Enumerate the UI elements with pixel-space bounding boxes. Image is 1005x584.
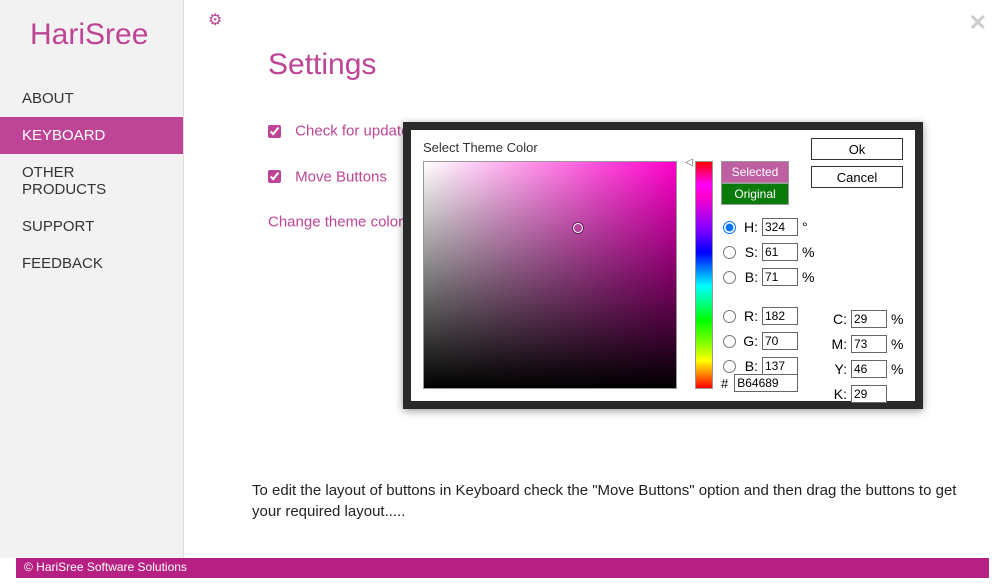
- hue-slider[interactable]: [695, 161, 713, 389]
- suffix-deg: °: [802, 219, 816, 235]
- suffix-m: %: [891, 336, 905, 352]
- label-s: S:: [742, 244, 758, 260]
- input-s[interactable]: [762, 243, 798, 261]
- nav-other-products[interactable]: OTHER PRODUCTS: [0, 154, 183, 208]
- input-b2[interactable]: [762, 357, 798, 375]
- cancel-button[interactable]: Cancel: [811, 166, 903, 188]
- radio-s[interactable]: [723, 246, 736, 259]
- check-updates-label: Check for updates: [295, 123, 417, 140]
- input-g[interactable]: [762, 332, 798, 350]
- ok-button[interactable]: Ok: [811, 138, 903, 160]
- label-hash: #: [721, 376, 728, 391]
- help-text: To edit the layout of buttons in Keyboar…: [252, 480, 965, 522]
- swatch-selected: Selected: [721, 161, 789, 183]
- input-r[interactable]: [762, 307, 798, 325]
- suffix-s: %: [802, 244, 816, 260]
- input-bv[interactable]: [762, 268, 798, 286]
- suffix-bv: %: [802, 269, 816, 285]
- radio-b2[interactable]: [723, 360, 736, 373]
- nav-feedback[interactable]: FEEDBACK: [0, 245, 183, 282]
- gear-icon[interactable]: ⚙: [208, 12, 222, 29]
- input-k[interactable]: [851, 385, 887, 403]
- brand-title: HariSree: [0, 0, 183, 80]
- label-m: M:: [831, 336, 847, 352]
- close-icon[interactable]: ✕: [969, 10, 987, 36]
- label-b2: B:: [742, 358, 758, 374]
- input-c[interactable]: [851, 310, 887, 328]
- radio-bv[interactable]: [723, 271, 736, 284]
- radio-g[interactable]: [723, 335, 736, 348]
- sv-cursor[interactable]: [573, 223, 583, 233]
- label-k: K:: [831, 386, 847, 402]
- label-g: G:: [742, 333, 758, 349]
- input-h[interactable]: [762, 218, 798, 236]
- sidebar: HariSree ABOUT KEYBOARD OTHER PRODUCTS S…: [0, 0, 184, 558]
- input-m[interactable]: [851, 335, 887, 353]
- check-updates-checkbox[interactable]: [268, 125, 281, 138]
- nav-support[interactable]: SUPPORT: [0, 208, 183, 245]
- label-r: R:: [742, 308, 758, 324]
- hue-arrow-icon: ◁: [685, 157, 693, 168]
- suffix-y: %: [891, 361, 905, 377]
- swatch-original: Original: [721, 183, 789, 205]
- label-y: Y:: [831, 361, 847, 377]
- radio-h[interactable]: [723, 221, 736, 234]
- label-bv: B:: [742, 269, 758, 285]
- move-buttons-label: Move Buttons: [295, 168, 387, 185]
- input-y[interactable]: [851, 360, 887, 378]
- radio-r[interactable]: [723, 310, 736, 323]
- input-hex[interactable]: [734, 374, 798, 392]
- move-buttons-checkbox[interactable]: [268, 170, 281, 183]
- page-title: Settings: [268, 48, 945, 82]
- suffix-c: %: [891, 311, 905, 327]
- nav-about[interactable]: ABOUT: [0, 80, 183, 117]
- saturation-value-box[interactable]: [423, 161, 677, 389]
- footer: © HariSree Software Solutions: [16, 558, 989, 578]
- label-c: C:: [831, 311, 847, 327]
- color-picker-dialog: Select Theme Color Ok Cancel ◁ Selected …: [403, 122, 923, 409]
- change-theme-link[interactable]: Change theme color: [268, 214, 403, 231]
- nav-keyboard[interactable]: KEYBOARD: [0, 117, 183, 154]
- label-h: H:: [742, 219, 758, 235]
